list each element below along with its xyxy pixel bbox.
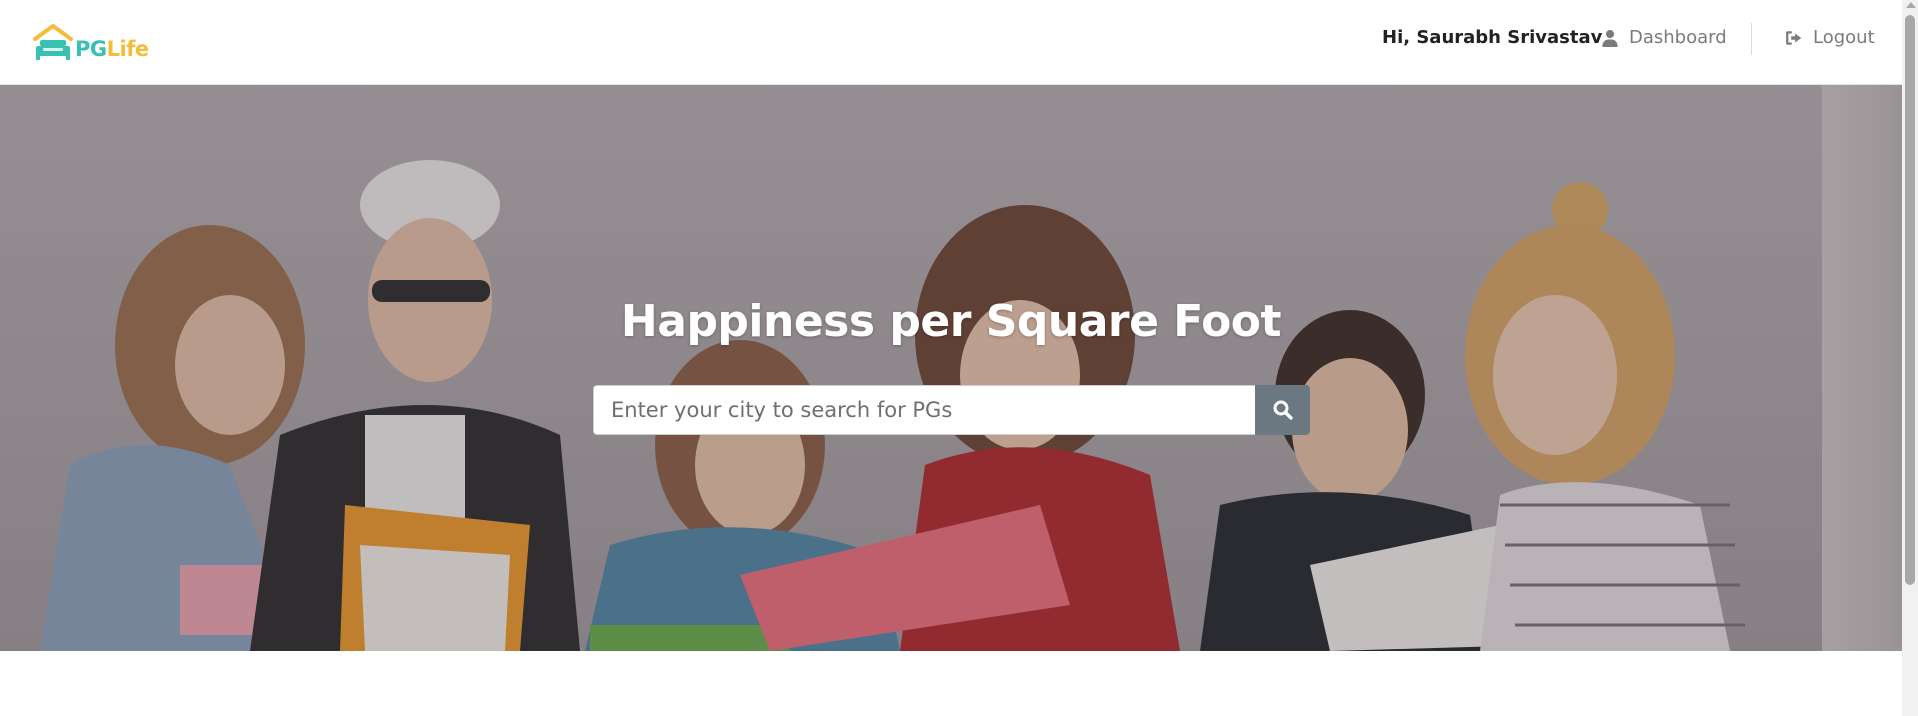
page-scrollbar[interactable]	[1902, 0, 1918, 716]
dashboard-label: Dashboard	[1629, 27, 1727, 48]
search-button[interactable]	[1255, 385, 1310, 435]
logout-link[interactable]: Logout	[1785, 27, 1875, 48]
pglife-logo[interactable]: PGLife	[30, 22, 149, 62]
user-greeting: Hi, Saurabh Srivastav	[1382, 27, 1603, 48]
sign-out-icon	[1786, 30, 1802, 45]
user-icon	[1602, 29, 1618, 47]
nav-divider	[1751, 23, 1752, 55]
logo-text: PGLife	[75, 39, 149, 62]
house-logo-icon	[33, 24, 73, 60]
search-icon	[1273, 400, 1293, 420]
scroll-up-arrow-icon[interactable]	[1906, 2, 1916, 8]
city-search-form	[593, 385, 1310, 435]
scroll-thumb[interactable]	[1905, 15, 1915, 585]
logout-label: Logout	[1813, 27, 1875, 48]
dashboard-link[interactable]: Dashboard	[1601, 27, 1727, 48]
hero-banner	[0, 85, 1902, 651]
top-navbar: PGLife Hi, Saurabh Srivastav Dashboard L…	[0, 0, 1902, 85]
logo-life: Life	[106, 37, 149, 61]
city-search-input[interactable]	[593, 385, 1255, 435]
hero-title: Happiness per Square Foot	[620, 296, 1282, 347]
hero-overlay	[0, 85, 1902, 651]
logo-pg: PG	[75, 37, 107, 61]
